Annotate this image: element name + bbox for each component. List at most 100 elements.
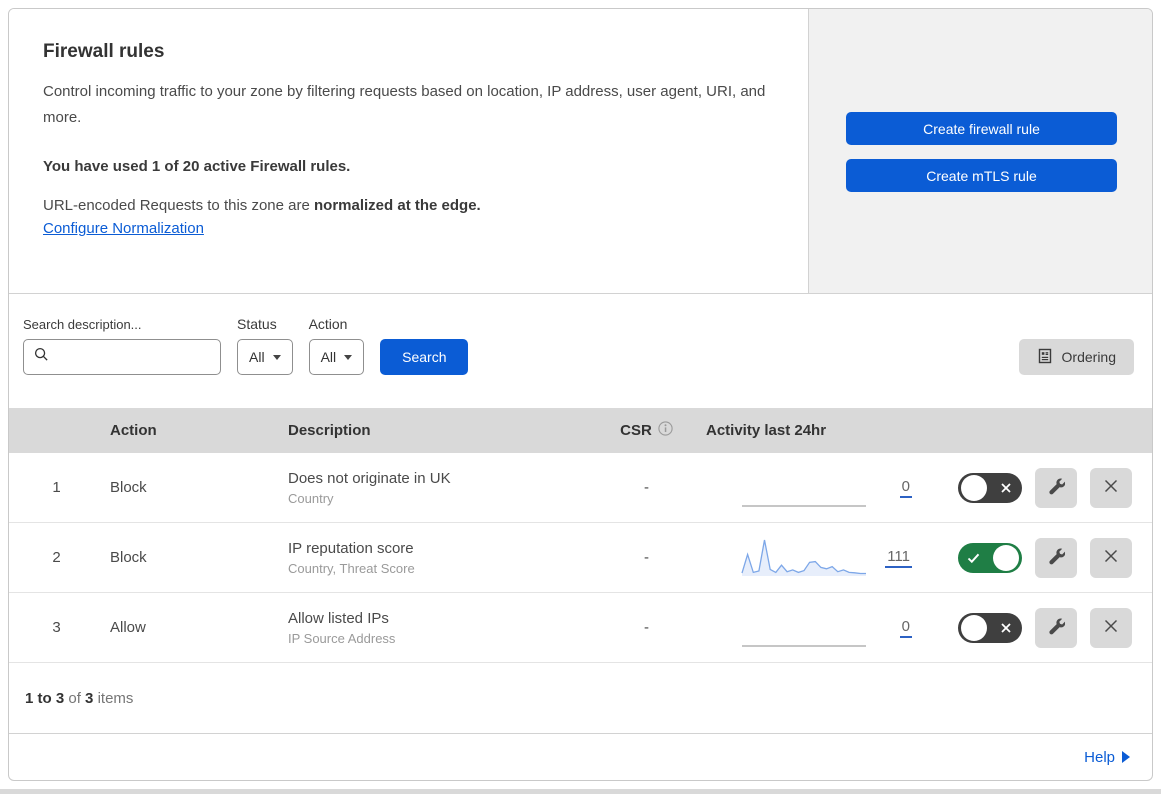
rule-activity-cell: 0 bbox=[694, 466, 934, 510]
create-mtls-rule-button[interactable]: Create mTLS rule bbox=[846, 159, 1117, 192]
table-row: 3 Allow Allow listed IPs IP Source Addre… bbox=[9, 593, 1152, 663]
toggle-knob bbox=[961, 614, 987, 641]
toggle-check-icon bbox=[967, 553, 980, 563]
search-box bbox=[23, 339, 221, 375]
rule-action: Block bbox=[110, 479, 147, 496]
close-icon bbox=[1103, 548, 1119, 567]
delete-rule-button[interactable] bbox=[1090, 607, 1132, 648]
rule-activity-cell: 111 bbox=[694, 536, 934, 580]
pagination-summary: 1 to 3 of 3 items bbox=[9, 663, 1152, 734]
header-csr-label: CSR bbox=[620, 422, 652, 439]
help-link[interactable]: Help bbox=[1084, 749, 1130, 766]
rule-fields: Country bbox=[288, 490, 334, 506]
rule-action: Allow bbox=[110, 619, 146, 636]
search-input[interactable] bbox=[57, 348, 210, 366]
configure-normalization-link[interactable]: Configure Normalization bbox=[43, 220, 204, 237]
edit-rule-button[interactable] bbox=[1035, 467, 1077, 508]
wrench-icon bbox=[1047, 477, 1066, 498]
search-button[interactable]: Search bbox=[380, 339, 469, 375]
rule-description-cell: IP reputation score Country, Threat Scor… bbox=[279, 540, 599, 576]
page-bottom-edge bbox=[0, 789, 1161, 794]
rule-priority: 1 bbox=[52, 479, 61, 496]
pagination-items: items bbox=[97, 689, 134, 707]
rule-enabled-toggle[interactable] bbox=[958, 472, 1022, 503]
action-filter-group: Action All bbox=[308, 310, 365, 375]
toggle-knob bbox=[993, 544, 1019, 571]
rule-activity-cell: 0 bbox=[694, 606, 934, 650]
pagination-total: 3 bbox=[85, 689, 94, 707]
toggle-x-icon bbox=[1001, 482, 1011, 493]
usage-summary: You have used 1 of 20 active Firewall ru… bbox=[43, 158, 351, 175]
rule-description: Does not originate in UK bbox=[288, 469, 451, 487]
table-header-row: Action Description CSR Activity last 24h… bbox=[9, 408, 1152, 453]
activity-sparkline bbox=[741, 539, 866, 576]
wrench-icon bbox=[1047, 547, 1066, 568]
page-title: Firewall rules bbox=[43, 41, 165, 62]
rule-priority: 3 bbox=[52, 619, 61, 636]
activity-count-link[interactable]: 0 bbox=[899, 618, 912, 638]
edit-rule-button[interactable] bbox=[1035, 607, 1077, 648]
chevron-down-icon bbox=[272, 354, 281, 360]
rule-priority: 2 bbox=[52, 549, 61, 566]
rule-csr: - bbox=[644, 479, 649, 496]
hero-actions-panel: Create firewall rule Create mTLS rule bbox=[808, 9, 1152, 293]
rule-csr: - bbox=[644, 619, 649, 636]
close-icon bbox=[1103, 478, 1119, 497]
chevron-down-icon bbox=[344, 354, 353, 360]
rule-fields: IP Source Address bbox=[288, 630, 396, 646]
status-filter-group: Status All bbox=[237, 310, 293, 375]
activity-sparkline bbox=[742, 504, 866, 507]
delete-rule-button[interactable] bbox=[1090, 467, 1132, 508]
delete-rule-button[interactable] bbox=[1090, 537, 1132, 578]
rule-controls-cell bbox=[934, 467, 1152, 508]
header-action: Action bbox=[110, 422, 157, 439]
hero-section: Firewall rules Control incoming traffic … bbox=[9, 9, 1152, 294]
rule-csr: - bbox=[644, 549, 649, 566]
help-arrow-icon bbox=[1122, 751, 1130, 763]
rule-controls-cell bbox=[934, 607, 1152, 648]
table-row: 1 Block Does not originate in UK Country… bbox=[9, 453, 1152, 523]
action-label: Action bbox=[308, 316, 348, 332]
search-icon bbox=[34, 347, 49, 367]
help-link-label: Help bbox=[1084, 748, 1115, 766]
close-icon bbox=[1103, 618, 1119, 637]
header-csr: CSR bbox=[599, 421, 694, 440]
header-activity: Activity last 24hr bbox=[706, 422, 827, 439]
table-row: 2 Block IP reputation score Country, Thr… bbox=[9, 523, 1152, 593]
ordering-list-icon bbox=[1037, 348, 1053, 367]
rule-description: IP reputation score bbox=[288, 539, 414, 557]
action-dropdown[interactable]: All bbox=[308, 339, 365, 375]
pagination-of: of bbox=[68, 689, 81, 707]
action-dropdown-value: All bbox=[320, 349, 337, 365]
status-dropdown-value: All bbox=[249, 349, 265, 365]
rule-action: Block bbox=[110, 549, 147, 566]
header-description: Description bbox=[288, 422, 371, 439]
normalization-note-prefix: URL-encoded Requests to this zone are bbox=[43, 197, 314, 214]
rule-fields: Country, Threat Score bbox=[288, 560, 415, 576]
activity-sparkline bbox=[742, 644, 866, 647]
create-firewall-rule-button[interactable]: Create firewall rule bbox=[846, 112, 1117, 145]
toggle-knob bbox=[961, 474, 987, 501]
rule-enabled-toggle[interactable] bbox=[958, 542, 1022, 573]
status-label: Status bbox=[237, 316, 277, 332]
rule-description-cell: Allow listed IPs IP Source Address bbox=[279, 610, 599, 646]
rule-description-cell: Does not originate in UK Country bbox=[279, 470, 599, 506]
info-icon[interactable] bbox=[658, 421, 673, 440]
page-description: Control incoming traffic to your zone by… bbox=[43, 83, 766, 126]
edit-rule-button[interactable] bbox=[1035, 537, 1077, 578]
activity-count-link[interactable]: 111 bbox=[885, 548, 912, 568]
hero-text-panel: Firewall rules Control incoming traffic … bbox=[9, 9, 808, 293]
activity-count-link[interactable]: 0 bbox=[899, 478, 912, 498]
normalization-note-bold: normalized at the edge. bbox=[314, 197, 481, 214]
search-filter-group: Search description... bbox=[23, 310, 221, 375]
ordering-button-label: Ordering bbox=[1061, 349, 1116, 365]
pagination-range: 1 to 3 bbox=[25, 689, 65, 707]
help-bar: Help bbox=[9, 734, 1152, 780]
rule-enabled-toggle[interactable] bbox=[958, 612, 1022, 643]
rule-description: Allow listed IPs bbox=[288, 609, 389, 627]
status-dropdown[interactable]: All bbox=[237, 339, 293, 375]
rule-controls-cell bbox=[934, 537, 1152, 578]
search-label: Search description... bbox=[23, 317, 142, 332]
ordering-button[interactable]: Ordering bbox=[1018, 339, 1134, 375]
toggle-x-icon bbox=[1001, 622, 1011, 633]
